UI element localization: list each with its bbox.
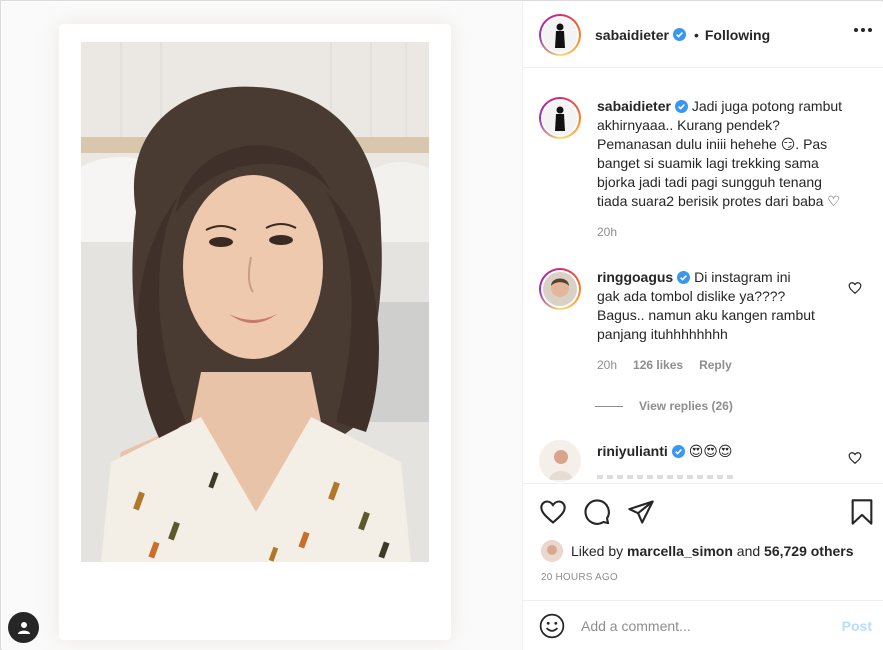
avatar-face-icon <box>539 440 581 482</box>
post-modal: sabaidieter • Following sabaidieter Jadi… <box>0 0 883 650</box>
comment-icon[interactable] <box>583 498 611 526</box>
avatar-face-icon <box>541 540 563 562</box>
avatar-figure-icon <box>543 17 577 52</box>
author-avatar[interactable] <box>539 13 581 56</box>
comment-username[interactable]: ringgoagus <box>597 269 673 285</box>
more-options-icon[interactable] <box>854 28 872 32</box>
comment-likes[interactable]: 126 likes <box>633 356 683 375</box>
add-comment-bar: Add a comment... Post <box>523 600 883 650</box>
share-icon[interactable] <box>627 498 655 526</box>
heart-icon[interactable] <box>539 498 567 526</box>
post-timestamp[interactable]: 20 HOURS AGO <box>541 572 618 583</box>
media-panel <box>2 2 522 650</box>
comment-time[interactable]: 20h <box>597 356 617 375</box>
caption: sabaidieter Jadi juga potong rambut akhi… <box>539 97 849 242</box>
person-icon <box>17 621 30 634</box>
verified-badge-icon <box>677 271 691 284</box>
bookmark-icon[interactable] <box>848 498 876 526</box>
verified-badge-icon <box>674 100 688 113</box>
author-username[interactable]: sabaidieter <box>595 27 669 43</box>
view-replies-button[interactable]: View replies (26) <box>595 399 733 413</box>
like-comment-heart-icon[interactable] <box>848 451 862 465</box>
caption-username[interactable]: sabaidieter <box>597 98 671 114</box>
emoji-icon[interactable] <box>539 613 565 639</box>
separator-dot: • <box>693 26 699 43</box>
photo-illustration <box>81 42 429 562</box>
following-button[interactable]: Following <box>705 27 770 43</box>
liker-avatar[interactable] <box>541 540 563 562</box>
post-actions: Liked by marcella_simon and 56,729 other… <box>523 483 883 583</box>
like-comment-heart-icon[interactable] <box>848 281 862 295</box>
liked-by-user[interactable]: marcella_simon <box>627 543 733 559</box>
verified-badge-icon <box>672 28 686 41</box>
liked-by-and: and <box>736 543 761 559</box>
user-tag-icon[interactable] <box>8 612 39 643</box>
polaroid-frame <box>59 24 451 640</box>
avatar-figure-icon <box>543 101 577 135</box>
post-comment-button[interactable]: Post <box>842 618 872 634</box>
post-sidebar: sabaidieter • Following sabaidieter Jadi… <box>522 2 883 650</box>
comment-username[interactable]: riniyulianti <box>597 443 668 459</box>
comment-input[interactable]: Add a comment... <box>581 618 691 634</box>
caption-time[interactable]: 20h <box>597 223 617 242</box>
avatar-face-icon <box>543 272 577 306</box>
comment-avatar[interactable] <box>539 440 581 482</box>
reply-button[interactable]: Reply <box>699 356 732 375</box>
post-photo[interactable] <box>81 42 429 562</box>
liked-by-prefix: Liked by <box>571 543 624 559</box>
comments-list: sabaidieter Jadi juga potong rambut akhi… <box>523 69 883 483</box>
post-header: sabaidieter • Following <box>523 2 883 68</box>
view-replies-label: View replies (26) <box>639 399 733 413</box>
caption-avatar[interactable] <box>539 97 581 139</box>
verified-badge-icon <box>671 445 685 458</box>
caption-text: Jadi juga potong rambut akhirnyaaa.. Kur… <box>597 98 843 209</box>
likes-count[interactable]: 56,729 others <box>764 543 854 559</box>
comment-text: 😍😍😍 <box>688 443 733 459</box>
comment-item: ringgoagus Di instagram ini gak ada tomb… <box>539 268 817 375</box>
comment-avatar[interactable] <box>539 268 581 310</box>
comment-item: riniyulianti 😍😍😍 <box>539 440 817 482</box>
liked-by: Liked by marcella_simon and 56,729 other… <box>541 540 854 562</box>
